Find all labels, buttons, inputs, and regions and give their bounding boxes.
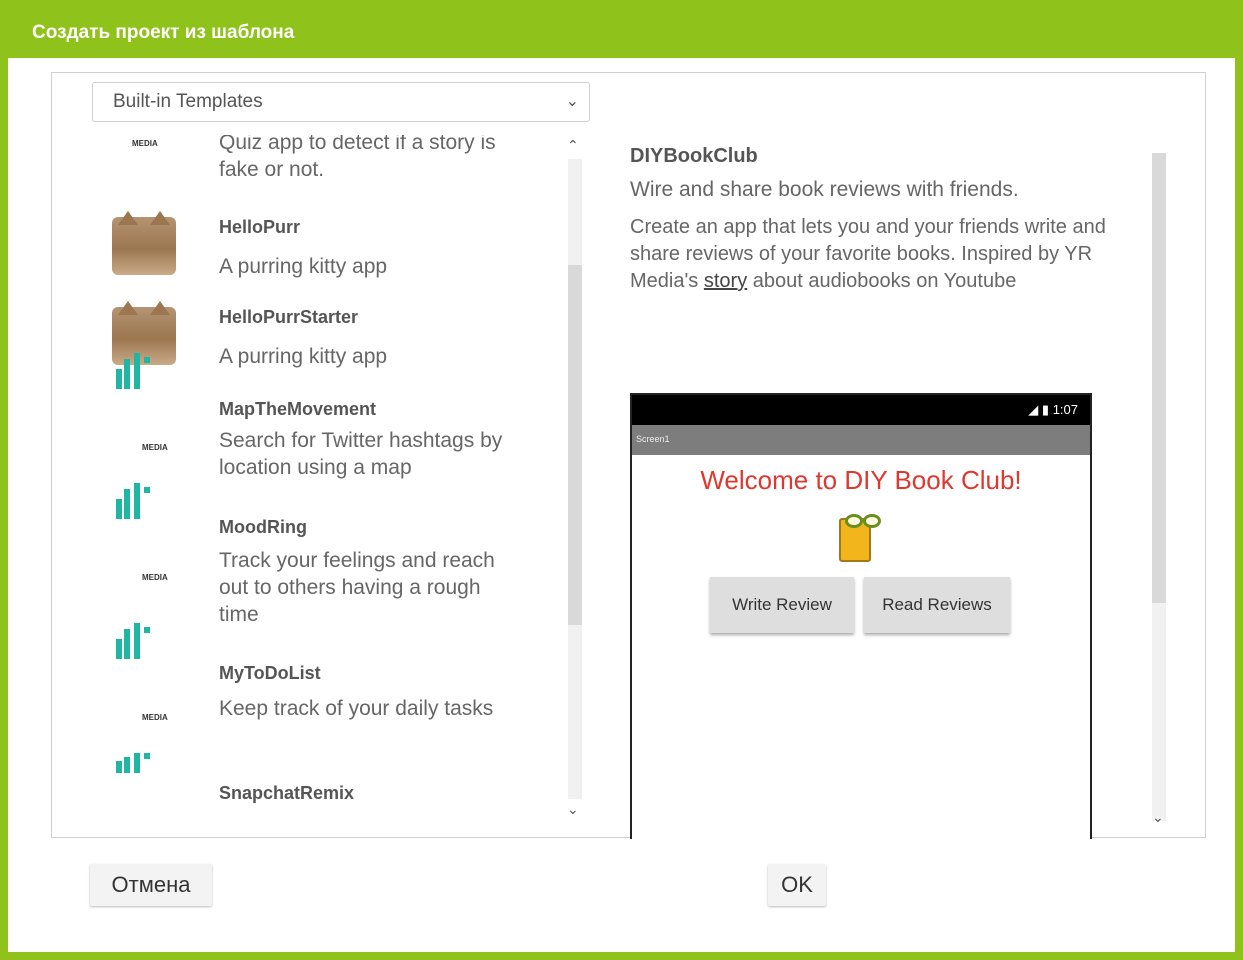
template-details: DIYBookClub Wire and share book reviews …: [630, 145, 1130, 295]
phone-status-bar: ◢ ▮ 1:07: [632, 395, 1090, 425]
book-mascot-icon: [831, 504, 891, 568]
welcome-text: Welcome to DIY Book Club!: [700, 465, 1022, 495]
template-item-quiz[interactable]: MEDIA Quiz app to detect if a story is f…: [92, 135, 560, 199]
yr-media-logo-icon: MEDIA: [112, 623, 180, 739]
status-time: 1:07: [1052, 402, 1078, 417]
details-title: DIYBookClub: [630, 145, 758, 167]
details-description: Create an app that lets you and your fri…: [630, 216, 1106, 292]
template-name: MapTheMovement: [219, 399, 377, 419]
yr-media-logo-icon: MEDIA: [112, 135, 180, 191]
template-name: HelloPurr: [219, 217, 301, 237]
template-item-hellopurrstarter[interactable]: HelloPurrStarter A purring kitty app: [92, 301, 560, 395]
ok-button[interactable]: OK: [768, 864, 826, 906]
template-item-snapchatremix[interactable]: SnapchatRemix: [92, 753, 560, 829]
template-description: A purring kitty app: [219, 345, 388, 368]
template-source-value: Built-in Templates: [113, 91, 263, 112]
preview-read-reviews-button: Read Reviews: [864, 577, 1010, 633]
template-description: Keep track of your daily tasks: [219, 697, 494, 720]
template-list[interactable]: MEDIA Quiz app to detect if a story is f…: [92, 135, 560, 829]
details-scrollbar[interactable]: ⌄: [1142, 145, 1176, 839]
template-item-mytodolist[interactable]: MEDIA MyToDoList Keep track of your dail…: [92, 623, 560, 773]
dialog-body: Built-in Templates ⌄ MEDIA Quiz app to d…: [8, 58, 1235, 952]
scroll-up-icon[interactable]: ⌃: [567, 137, 579, 154]
scrollbar-thumb[interactable]: [1152, 153, 1166, 603]
battery-icon: ▮: [1041, 402, 1050, 417]
scroll-down-icon[interactable]: ⌄: [567, 801, 579, 818]
template-name: MoodRing: [219, 517, 307, 537]
template-item-moodring[interactable]: MEDIA MoodRing Track your feelings and r…: [92, 483, 560, 657]
template-name: SnapchatRemix: [219, 783, 355, 803]
chevron-down-icon: ⌄: [565, 93, 579, 110]
template-description: Quiz app to detect if a story is fake or…: [219, 135, 496, 181]
scroll-down-icon[interactable]: ⌄: [1152, 809, 1164, 826]
logo-text: MEDIA: [142, 573, 168, 582]
story-link[interactable]: story: [704, 270, 747, 292]
scrollbar-thumb[interactable]: [568, 265, 582, 625]
template-source-select[interactable]: Built-in Templates ⌄: [92, 82, 590, 122]
yr-media-logo-icon: [112, 753, 180, 829]
kitty-icon: [112, 211, 180, 279]
logo-text: MEDIA: [132, 139, 158, 148]
content-panel: Built-in Templates ⌄ MEDIA Quiz app to d…: [51, 72, 1206, 839]
template-name: MyToDoList: [219, 663, 321, 683]
yr-media-logo-icon: MEDIA: [112, 353, 180, 469]
template-description: A purring kitty app: [219, 255, 388, 278]
cancel-button[interactable]: Отмена: [90, 864, 212, 906]
signal-icon: ◢: [1028, 402, 1039, 417]
template-item-mapthemovement[interactable]: MEDIA MapTheMovement Search for Twitter …: [92, 353, 560, 509]
details-subtitle: Wire and share book reviews with friends…: [630, 178, 1019, 201]
dialog-title: Создать проект из шаблона: [32, 22, 295, 43]
template-description: Track your feelings and reach out to oth…: [219, 549, 495, 626]
create-from-template-dialog: Создать проект из шаблона Built-in Templ…: [0, 0, 1243, 960]
phone-app-bar: Screen1: [632, 425, 1090, 455]
app-preview-screenshot: ◢ ▮ 1:07 Screen1 Welcome to DIY Book Clu…: [630, 393, 1092, 839]
preview-write-review-button: Write Review: [710, 577, 854, 633]
template-description: Search for Twitter hashtags by location …: [219, 429, 503, 479]
template-name: HelloPurrStarter: [219, 307, 359, 327]
yr-media-logo-icon: MEDIA: [112, 483, 180, 599]
template-item-hellopurr[interactable]: HelloPurr A purring kitty app: [92, 211, 560, 305]
logo-text: MEDIA: [142, 713, 168, 722]
logo-text: MEDIA: [142, 443, 168, 452]
template-list-scrollbar[interactable]: ⌃ ⌄: [560, 135, 590, 829]
